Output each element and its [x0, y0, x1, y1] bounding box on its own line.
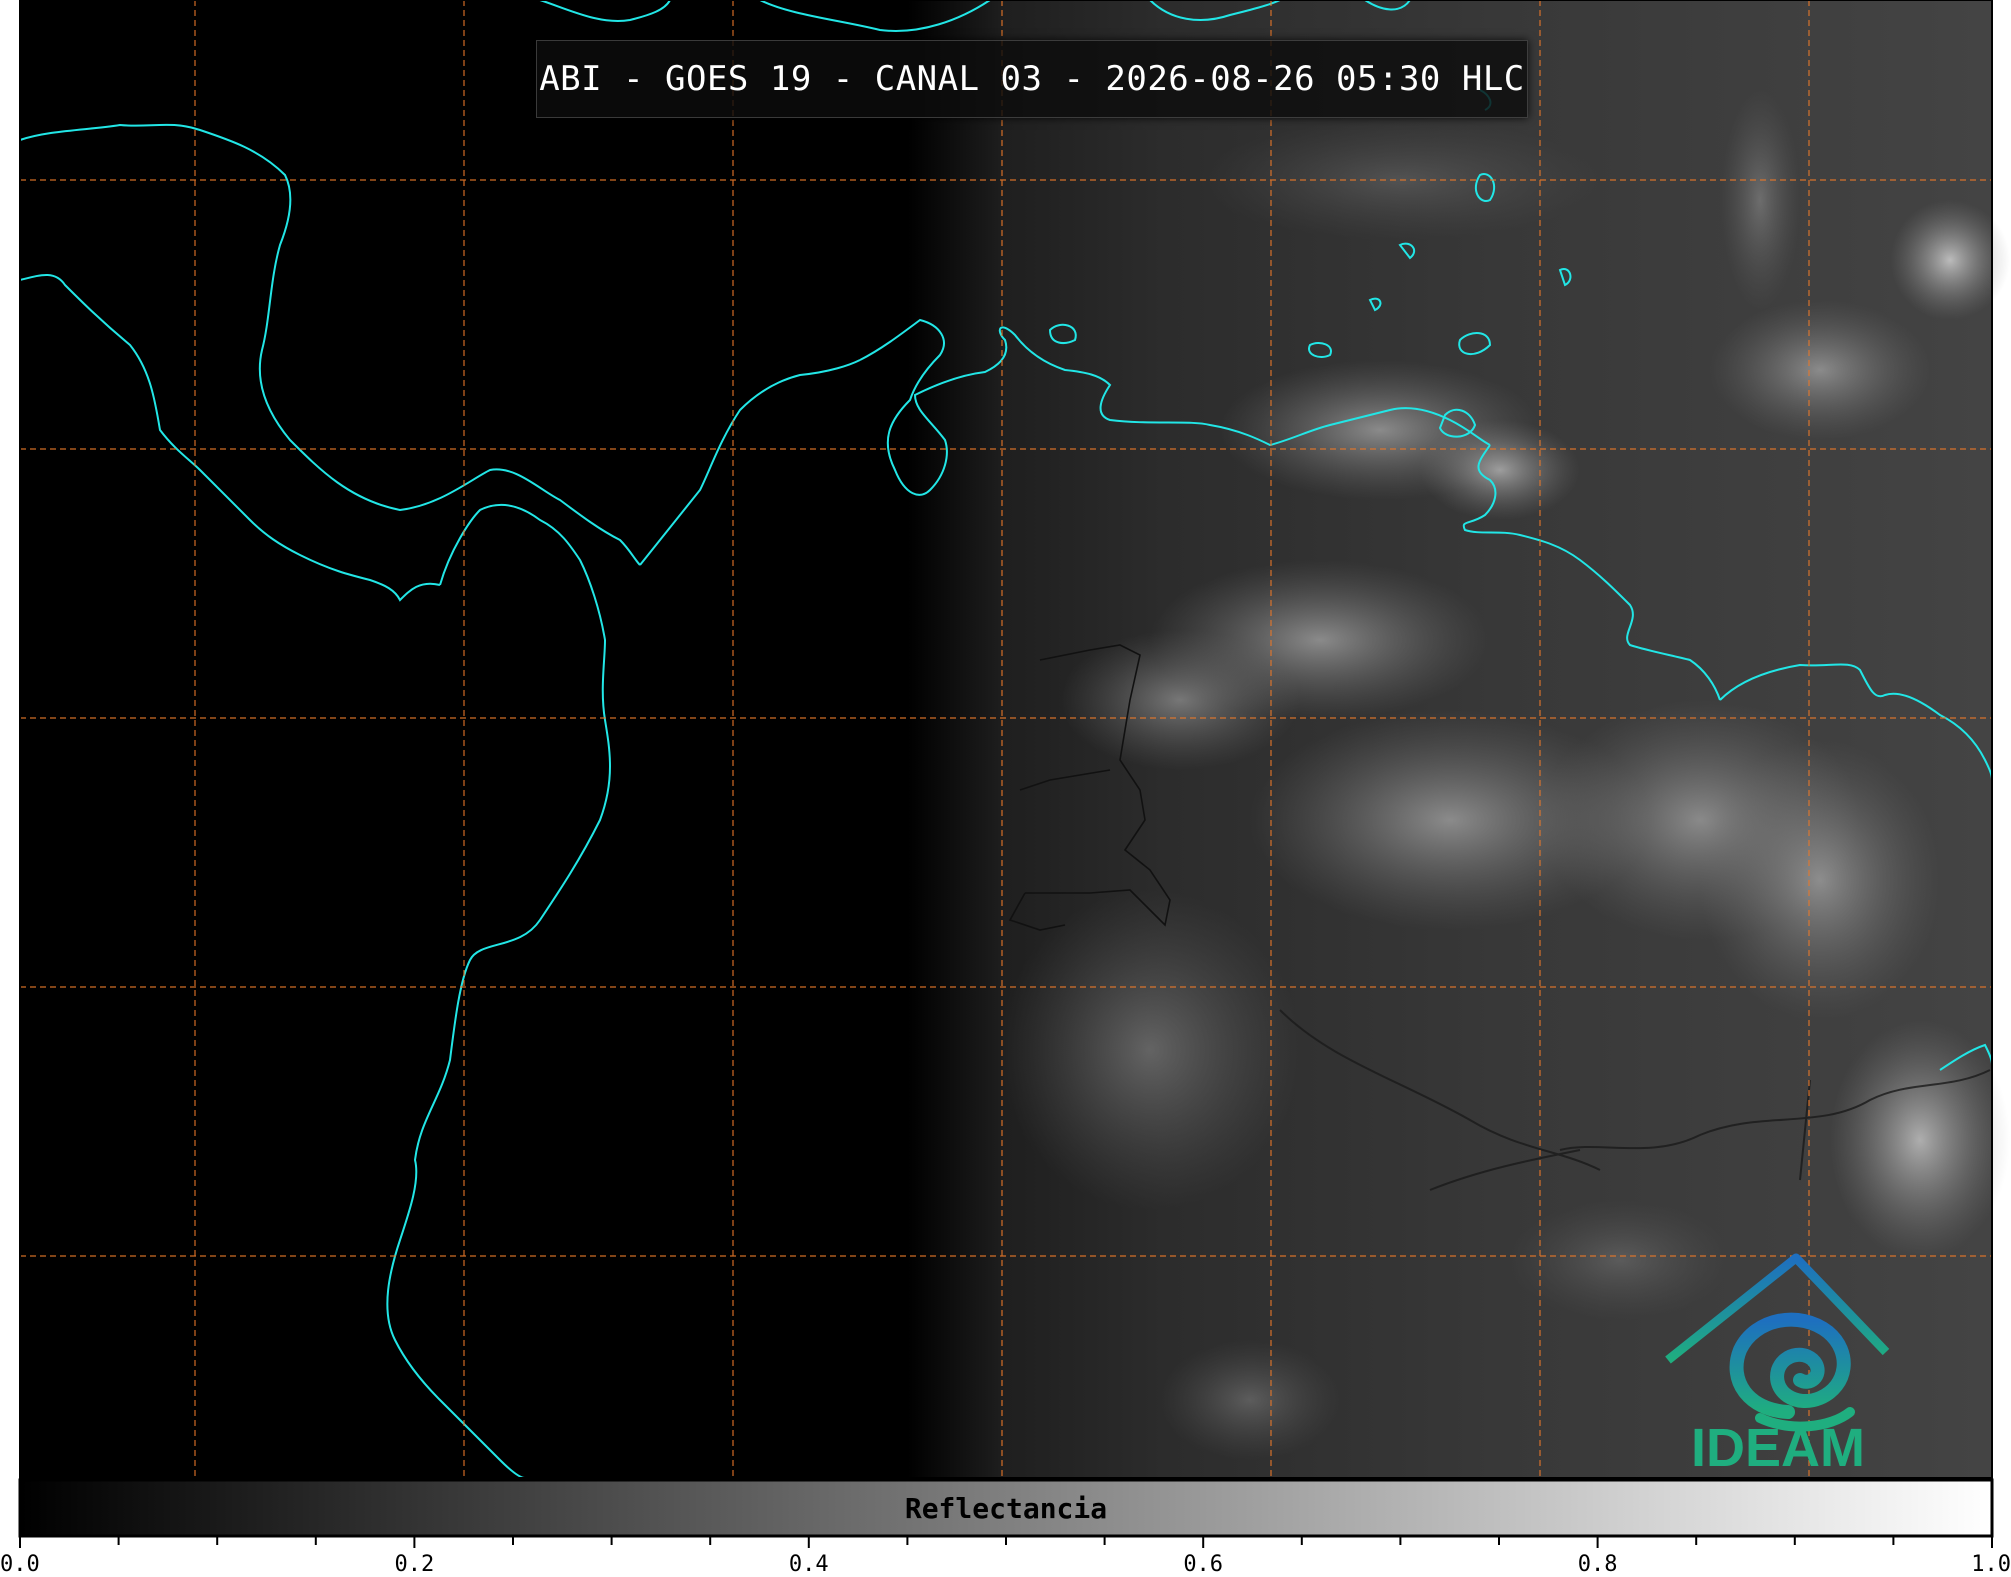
colorbar-tick-label: 0.4: [788, 1552, 829, 1577]
colorbar-tick-label: 0.2: [394, 1552, 435, 1577]
colorbar-tick-label: 1.0: [1971, 1552, 2011, 1577]
colorbar-tick-label: 0.6: [1183, 1552, 1224, 1577]
satellite-map: IDEAM: [18, 0, 2010, 1548]
title-box: ABI - GOES 19 - CANAL 03 - 2026-08-26 05…: [536, 40, 1528, 118]
colorbar-tick-label: 0.8: [1577, 1552, 1618, 1577]
logo-text: IDEAM: [1691, 1418, 1865, 1478]
colorbar-ticks: [19, 1536, 1993, 1548]
map-title: ABI - GOES 19 - CANAL 03 - 2026-08-26 05…: [539, 59, 1525, 99]
colorbar-tick-label: 0.0: [0, 1552, 40, 1577]
colorbar: [18, 1478, 1994, 1538]
